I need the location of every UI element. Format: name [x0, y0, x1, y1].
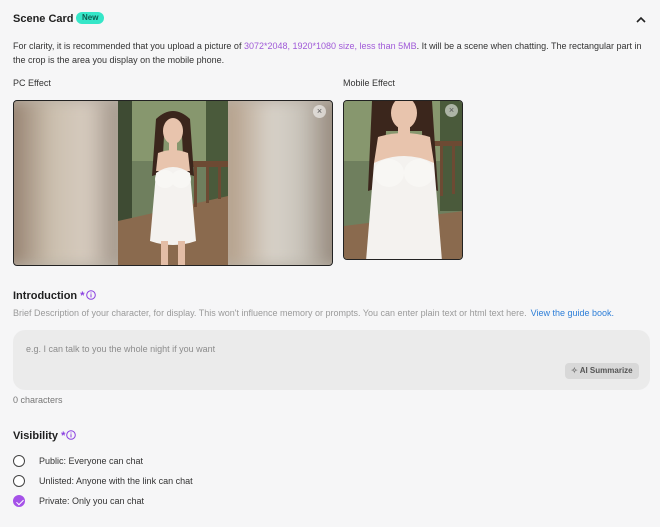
- chevron-up-icon[interactable]: [634, 13, 648, 27]
- blurred-background-right: [224, 101, 332, 265]
- introduction-help-text: Brief Description of your character, for…: [13, 308, 527, 318]
- character-count: 0 characters: [13, 395, 63, 405]
- visibility-option-unlisted[interactable]: Unlisted: Anyone with the link can chat: [13, 474, 193, 488]
- introduction-title: Introduction: [13, 290, 78, 302]
- ai-summarize-button[interactable]: ✧ AI Summarize: [565, 363, 639, 379]
- guide-book-link[interactable]: View the guide book.: [531, 308, 614, 318]
- info-icon[interactable]: [85, 290, 96, 300]
- introduction-help: Brief Description of your character, for…: [13, 308, 614, 318]
- blurred-background-left: [14, 101, 122, 265]
- required-mark: *: [61, 430, 66, 442]
- size-requirement: 3072*2048, 1920*1080 size, less than 5MB: [243, 41, 417, 51]
- option-label: Private: Only you can chat: [39, 496, 145, 506]
- new-badge: New: [76, 12, 105, 24]
- radio-button[interactable]: [13, 455, 25, 467]
- close-icon[interactable]: ×: [445, 104, 458, 117]
- mobile-effect-preview[interactable]: ×: [343, 100, 463, 260]
- introduction-heading: Introduction *: [13, 290, 96, 302]
- ai-summarize-label: AI Summarize: [579, 366, 633, 375]
- visibility-heading: Visibility *: [13, 430, 77, 442]
- scene-card-description: For clarity, it is recommended that you …: [13, 39, 643, 67]
- visibility-option-public[interactable]: Public: Everyone can chat: [13, 454, 143, 468]
- info-icon[interactable]: [66, 430, 77, 440]
- visibility-option-private[interactable]: Private: Only you can chat: [13, 494, 144, 508]
- close-icon[interactable]: ×: [313, 105, 326, 118]
- scene-image: [118, 101, 228, 265]
- option-label: Public: Everyone can chat: [39, 456, 144, 466]
- sparkle-icon: ✧: [571, 366, 578, 375]
- required-mark: *: [80, 290, 85, 302]
- pc-effect-preview[interactable]: ×: [13, 100, 333, 266]
- description-text: For clarity, it is recommended that you …: [13, 41, 244, 51]
- section-title: Scene Card: [13, 13, 74, 25]
- radio-button[interactable]: [13, 475, 25, 487]
- pc-effect-label: PC Effect: [13, 78, 51, 88]
- radio-button-checked[interactable]: [13, 495, 25, 507]
- introduction-textarea[interactable]: [13, 330, 650, 390]
- option-label: Unlisted: Anyone with the link can chat: [39, 476, 193, 486]
- mobile-effect-label: Mobile Effect: [343, 78, 395, 88]
- visibility-title: Visibility: [13, 430, 59, 442]
